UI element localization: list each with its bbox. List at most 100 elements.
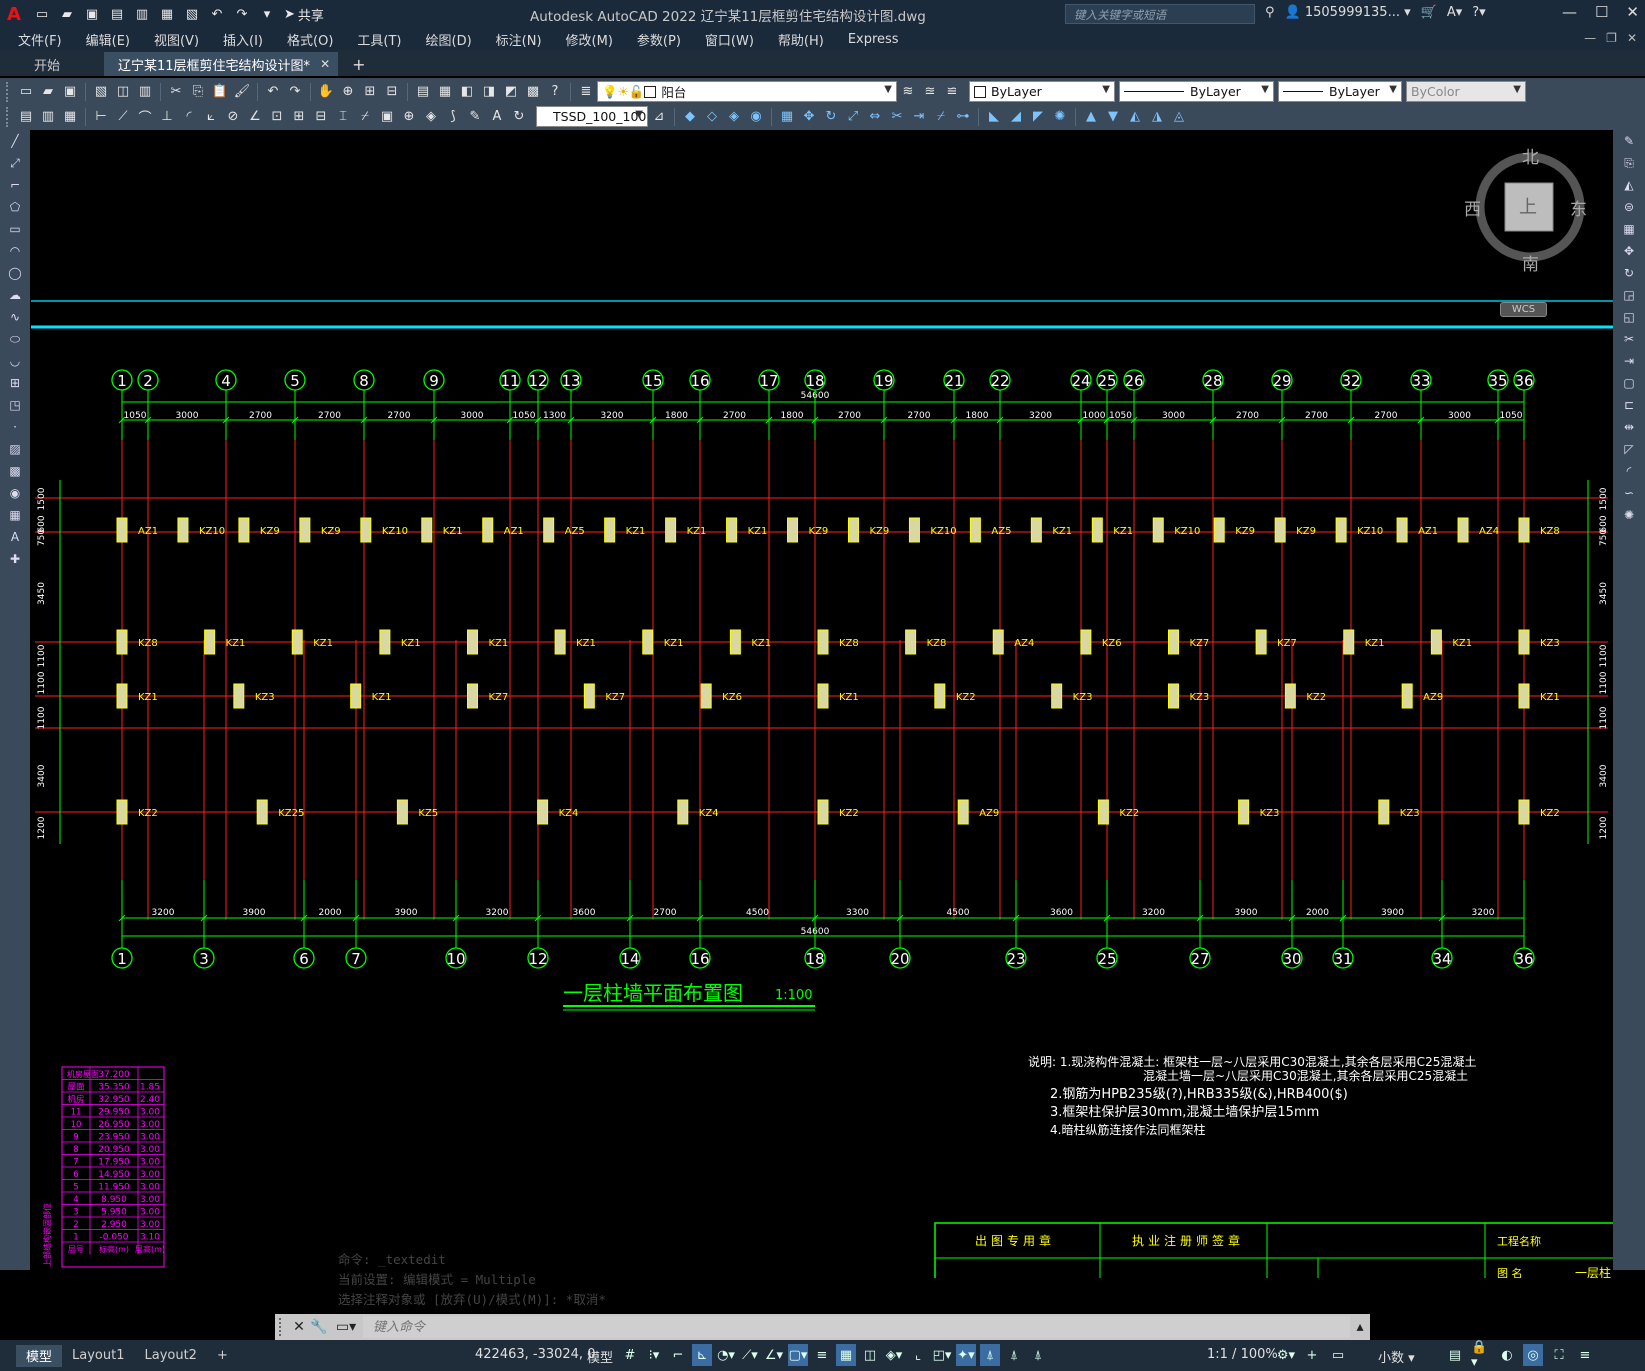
menu-insert[interactable]: 插入(I) <box>223 30 263 49</box>
explode-icon[interactable]: ✺ <box>1618 505 1640 525</box>
snap-icon[interactable]: ⁝▾ <box>644 1344 664 1366</box>
compass-east[interactable]: 东 <box>1570 195 1587 220</box>
undo-icon[interactable]: ↶ <box>206 3 228 25</box>
3d-osnap-icon[interactable]: ◈▾ <box>884 1344 904 1366</box>
isodraft-icon[interactable]: ⟋▾ <box>740 1344 760 1366</box>
erase-icon[interactable]: ◆ <box>680 107 700 127</box>
fillet-icon[interactable]: ◢ <box>1006 107 1026 127</box>
move-icon[interactable]: ✥ <box>799 107 819 127</box>
toolbar-grip[interactable] <box>6 106 12 127</box>
tab-layout2[interactable]: Layout2 <box>134 1345 206 1367</box>
coordinate-readout[interactable]: 422463, -33024, 0 <box>475 1347 595 1362</box>
infer-icon[interactable]: ⌐ <box>668 1344 688 1366</box>
ellipse-arc-icon[interactable]: ◡ <box>4 351 26 371</box>
polar-icon[interactable]: ◔▾ <box>716 1344 736 1366</box>
make-current-icon[interactable]: ≋ <box>898 82 918 102</box>
exchange-icon[interactable]: A▾ <box>1447 5 1462 20</box>
transparency-icon[interactable]: ▦ <box>836 1344 856 1366</box>
extend-icon[interactable]: ⇥ <box>909 107 929 127</box>
dim-text-edit-icon[interactable]: A <box>487 107 507 127</box>
hatch-icon[interactable]: ▨ <box>4 439 26 459</box>
sheet-set-icon[interactable]: ◨ <box>479 82 499 102</box>
toolbar-grip[interactable] <box>6 81 12 102</box>
dim-space-icon[interactable]: ⌶ <box>333 107 353 127</box>
dim-linear-icon[interactable]: ⊢ <box>91 107 111 127</box>
insert-block-icon[interactable]: ⊞ <box>4 373 26 393</box>
zoom-window-icon[interactable]: ⊞ <box>360 82 380 102</box>
rotate-icon[interactable]: ↻ <box>821 107 841 127</box>
copy-icon[interactable]: ⎘ <box>188 82 208 102</box>
dim-radius-icon[interactable]: ◜ <box>179 107 199 127</box>
menu-tools[interactable]: 工具(T) <box>357 30 401 49</box>
doc-minimize-button[interactable]: — <box>1584 31 1596 45</box>
copy-icon[interactable]: ⎘ <box>1618 153 1640 173</box>
save-icon[interactable]: ▣ <box>60 82 80 102</box>
cart-icon[interactable]: 🛒 <box>1421 5 1437 20</box>
menu-file[interactable]: 文件(F) <box>18 30 62 49</box>
tolerance-icon[interactable]: ▣ <box>377 107 397 127</box>
publish-icon[interactable]: ▥ <box>135 82 155 102</box>
tab-model[interactable]: 模型 <box>16 1344 63 1367</box>
dim-continue-icon[interactable]: ⊟ <box>311 107 331 127</box>
spline-icon[interactable]: ∿ <box>4 307 26 327</box>
menu-express[interactable]: Express <box>848 32 899 47</box>
annotation-visibility-icon[interactable]: ⍋ <box>980 1344 1000 1366</box>
circle-icon[interactable]: ◯ <box>4 263 26 283</box>
minimize-button[interactable]: — <box>1562 3 1577 21</box>
scale-icon[interactable]: ◲ <box>1618 285 1640 305</box>
otrack-icon[interactable]: ∠▾ <box>764 1344 784 1366</box>
maximize-button[interactable]: ☐ <box>1595 3 1608 21</box>
close-icon[interactable]: ✕ <box>320 57 330 71</box>
join-icon[interactable]: ⇹ <box>1618 417 1640 437</box>
model-space-button[interactable]: 模型 <box>587 1347 613 1366</box>
annotation-monitor-icon[interactable]: ▭ <box>1328 1344 1348 1366</box>
dim-aligned-icon[interactable]: ⟋ <box>113 107 133 127</box>
join-icon[interactable]: ⊶ <box>953 107 973 127</box>
clean-screen-icon[interactable]: ⛶ <box>1549 1344 1569 1366</box>
dimstyle-manager-icon[interactable]: ⊿ <box>649 107 669 127</box>
fillet-icon[interactable]: ◜ <box>1618 461 1640 481</box>
lock-ui-icon[interactable]: 🔒▾ <box>1471 1340 1491 1370</box>
close-icon[interactable]: ✕ <box>289 1319 309 1335</box>
inspection-icon[interactable]: ◈ <box>421 107 441 127</box>
auto-scale-icon[interactable]: ⍋ <box>1004 1344 1024 1366</box>
osnap-icon[interactable]: ▢▾ <box>788 1344 808 1366</box>
doc-restore-button[interactable]: ❐ <box>1606 31 1617 45</box>
text-front-icon[interactable]: ◬ <box>1169 107 1189 127</box>
tool-palettes-icon[interactable]: ◧ <box>457 82 477 102</box>
publish-icon[interactable]: ▥ <box>131 3 153 25</box>
drawing-viewport[interactable]: 54600 1050 3000 2700 2700 2700 3000 1050 1300 320… <box>31 130 1613 1278</box>
break-icon[interactable]: ⊏ <box>1618 395 1640 415</box>
dim-angular-icon[interactable]: ∠ <box>245 107 265 127</box>
trim-icon[interactable]: ✂ <box>1618 329 1640 349</box>
workspace-icon[interactable]: ▤ <box>16 107 36 127</box>
dim-update-icon[interactable]: ↻ <box>509 107 529 127</box>
tab-active-drawing[interactable]: 辽宁某11层框剪住宅结构设计图* ✕ <box>104 52 339 76</box>
array-icon[interactable]: ▦ <box>1618 219 1640 239</box>
open-icon[interactable]: ▰ <box>38 82 58 102</box>
scale-icon[interactable]: ⤢ <box>843 107 863 127</box>
tab-start[interactable]: 开始 <box>20 52 74 76</box>
paste-icon[interactable]: 📋 <box>210 82 230 102</box>
mirror-icon[interactable]: ◭ <box>1618 175 1640 195</box>
add-layout-button[interactable]: + <box>207 1345 238 1367</box>
draworder-front-icon[interactable]: ▲ <box>1081 107 1101 127</box>
pan-icon[interactable]: ✋ <box>316 82 336 102</box>
workspace-settings-icon[interactable]: ▥ <box>38 107 58 127</box>
cmdline-scroll-icon[interactable]: ▴ <box>1350 1319 1370 1335</box>
annotation-scale-icon[interactable]: ⍋ <box>1028 1344 1048 1366</box>
workspace-save-icon[interactable]: ▦ <box>60 107 80 127</box>
close-button[interactable]: ✕ <box>1626 3 1639 21</box>
draworder-below-icon[interactable]: ◮ <box>1147 107 1167 127</box>
cmdline-grip[interactable] <box>279 1318 285 1336</box>
isolate-objects-icon[interactable]: ◐ <box>1497 1344 1517 1366</box>
chamfer-icon[interactable]: ◸ <box>1618 439 1640 459</box>
compass-north[interactable]: 北 <box>1522 143 1539 168</box>
layer-previous-icon[interactable]: ≊ <box>920 82 940 102</box>
annotation-scale[interactable]: 1:1 / 100% <box>1207 1347 1278 1362</box>
lineweight-icon[interactable]: ≡ <box>812 1344 832 1366</box>
quick-properties-icon[interactable]: ▤ <box>1445 1344 1465 1366</box>
zoom-previous-icon[interactable]: ⊟ <box>382 82 402 102</box>
make-block-icon[interactable]: ◳ <box>4 395 26 415</box>
command-input[interactable] <box>363 1316 1350 1338</box>
